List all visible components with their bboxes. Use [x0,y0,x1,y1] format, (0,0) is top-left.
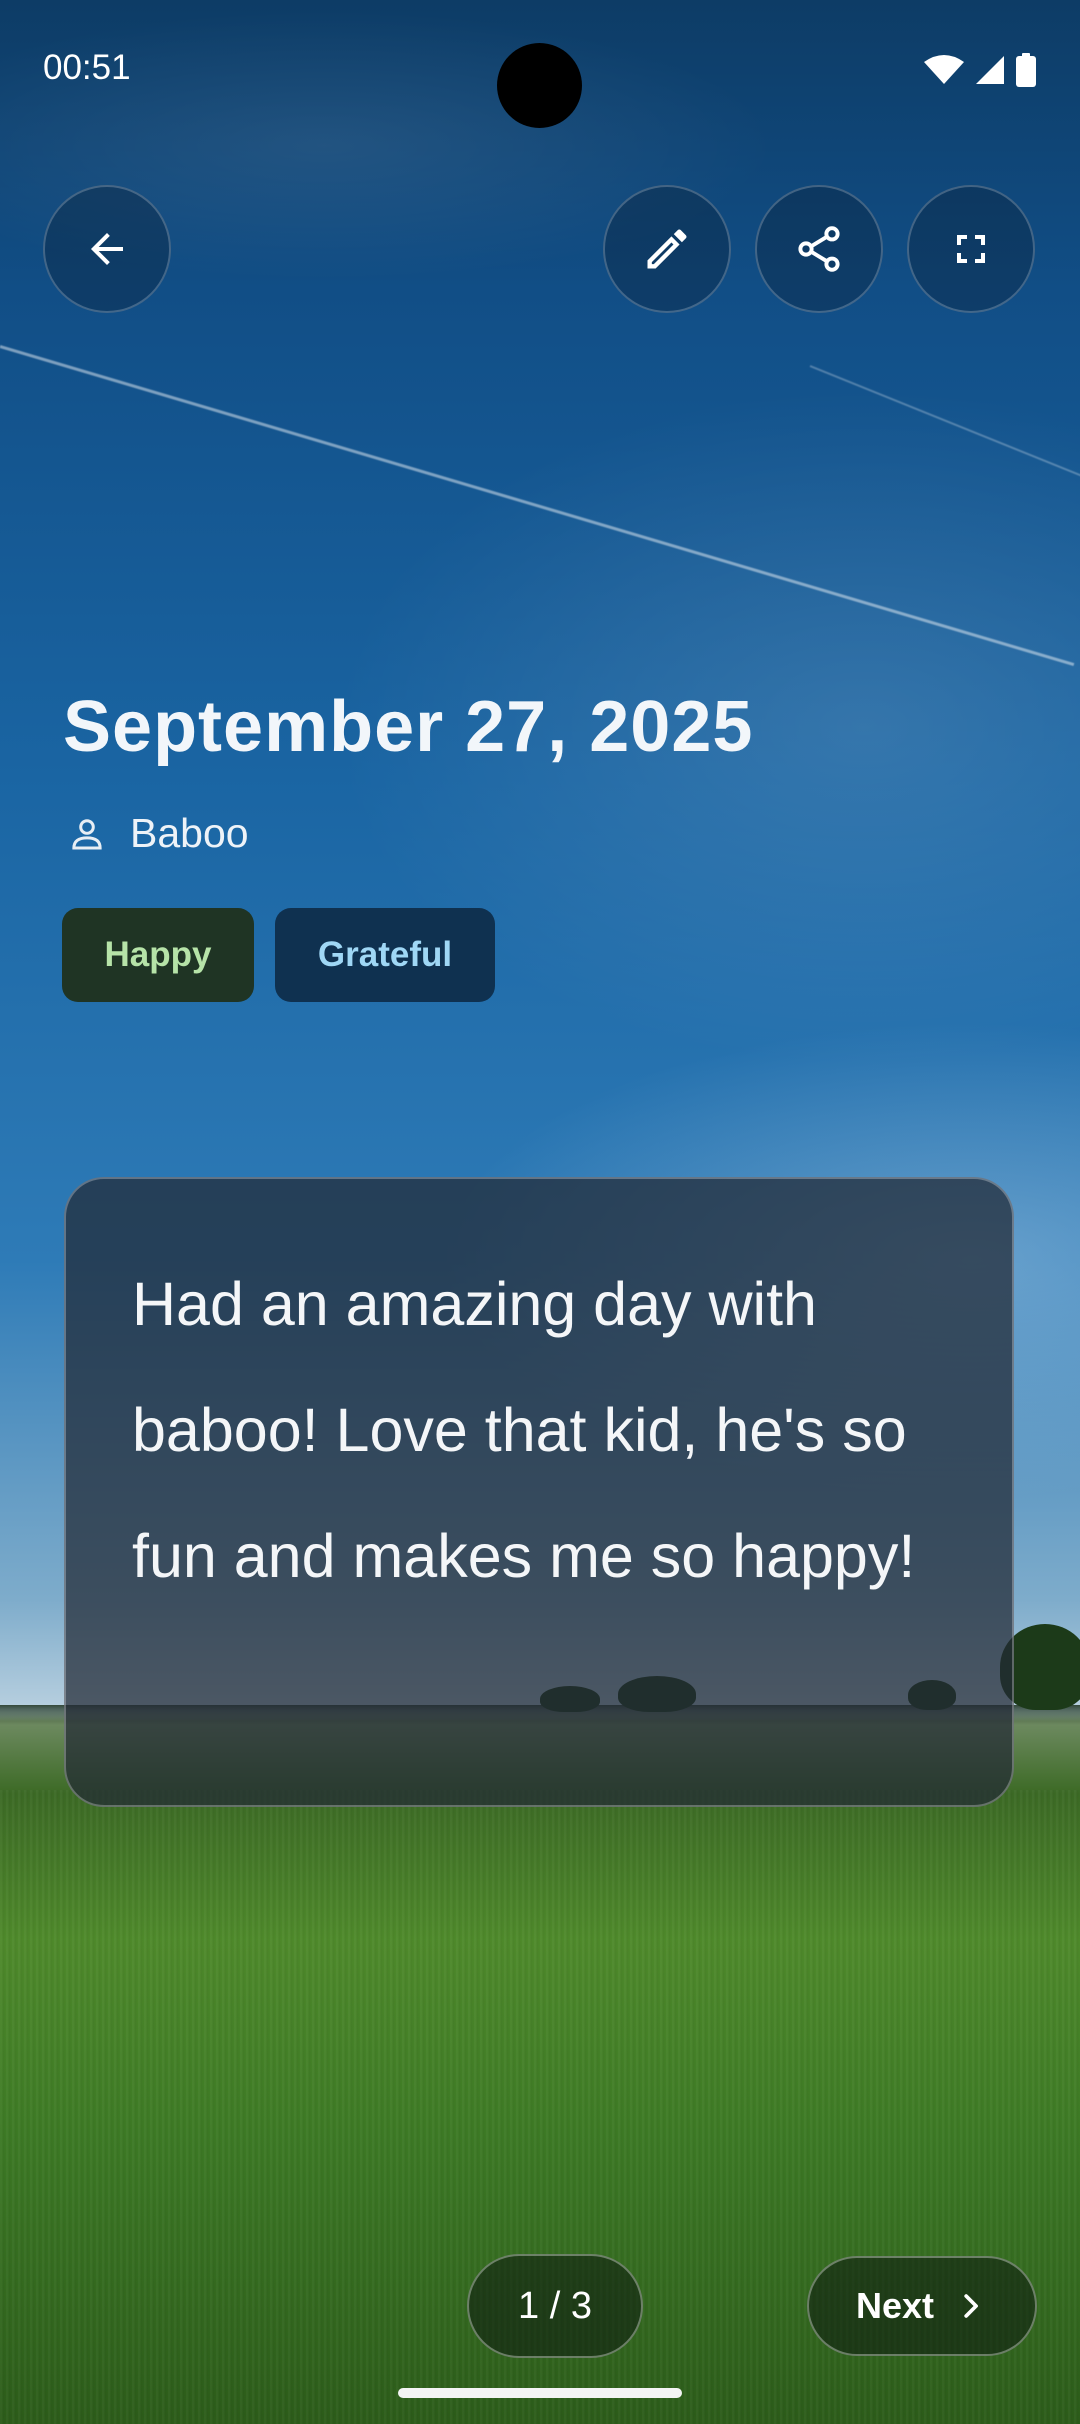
signal-icon [976,56,1004,84]
pencil-icon [647,229,687,269]
mood-chip-happy[interactable]: Happy [62,908,254,1002]
next-button-label: Next [855,2285,935,2326]
home-indicator[interactable] [398,2388,682,2398]
author-row: Baboo [66,810,249,857]
page-indicator: 1 / 3 [467,2254,643,2358]
entry-text-card: Had an amazing day with baboo! Love that… [64,1177,1014,1807]
status-bar: 00:51 [0,0,1080,140]
next-button[interactable]: Next [807,2256,1037,2356]
battery-icon [1016,53,1036,87]
status-time: 00:51 [43,48,131,87]
share-icon [798,226,840,272]
back-button[interactable] [43,185,171,313]
mood-chip-grateful[interactable]: Grateful [275,908,495,1002]
entry-text: Had an amazing day with baboo! Love that… [132,1270,916,1590]
share-button[interactable] [755,185,883,313]
camera-cutout [497,43,582,128]
fullscreen-button[interactable] [907,185,1035,313]
author-name: Baboo [130,810,249,856]
chevron-right-icon [964,2294,978,2318]
status-icons [924,52,1036,88]
edit-button[interactable] [603,185,731,313]
arrow-back-icon [91,233,123,265]
entry-date-title: September 27, 2025 [63,687,754,767]
fullscreen-icon [957,235,985,263]
person-icon [72,818,102,849]
wifi-icon [924,55,964,84]
